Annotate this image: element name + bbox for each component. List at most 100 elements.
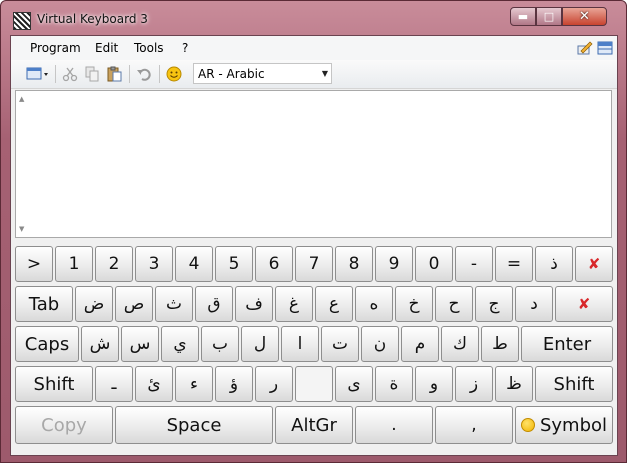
menu-tools[interactable]: Tools — [134, 41, 164, 55]
virtual-keyboard: > 1 2 3 4 5 6 7 8 9 0 - = ذ ✘ Tab ض ص ث … — [11, 242, 617, 455]
key-blank[interactable] — [295, 366, 333, 402]
window-layout-icon[interactable] — [597, 40, 613, 56]
title-bar[interactable]: Virtual Keyboard 3 ▬ □ ✕ — [1, 1, 626, 35]
scroll-up-icon[interactable]: ▲ — [19, 95, 24, 103]
paste-icon — [107, 66, 122, 82]
undo-button[interactable] — [135, 65, 153, 83]
shift-left-key[interactable]: Shift — [15, 366, 93, 402]
key-zain[interactable]: ز — [455, 366, 493, 402]
key-equals[interactable]: = — [495, 246, 533, 282]
maximize-button[interactable]: □ — [536, 7, 562, 26]
key-noon[interactable]: ن — [361, 326, 399, 362]
key-dal[interactable]: د — [515, 286, 553, 322]
symbol-key[interactable]: Symbol — [515, 406, 613, 444]
space-key[interactable]: Space — [115, 406, 273, 444]
key-0[interactable]: 0 — [415, 246, 453, 282]
key-reh[interactable]: ر — [255, 366, 293, 402]
key-1[interactable]: 1 — [55, 246, 93, 282]
key-theh[interactable]: ث — [155, 286, 193, 322]
caps-lock-key[interactable]: Caps — [15, 326, 79, 362]
maximize-icon: □ — [543, 10, 555, 23]
text-input-area[interactable]: ▲ ▼ — [15, 90, 612, 238]
key-4[interactable]: 4 — [175, 246, 213, 282]
cut-button[interactable] — [61, 65, 79, 83]
key-thal[interactable]: ذ — [535, 246, 573, 282]
key-5[interactable]: 5 — [215, 246, 253, 282]
menu-edit[interactable]: Edit — [95, 41, 118, 55]
key-seen[interactable]: س — [121, 326, 159, 362]
key-lam[interactable]: ل — [241, 326, 279, 362]
key-greater[interactable]: > — [15, 246, 53, 282]
menu-help[interactable]: ? — [182, 41, 188, 55]
minimize-button[interactable]: ▬ — [510, 7, 536, 26]
key-2[interactable]: 2 — [95, 246, 133, 282]
close-icon: ✕ — [579, 9, 590, 24]
key-hamza[interactable]: ء — [175, 366, 213, 402]
copy-icon — [85, 66, 99, 82]
view-dropdown-button[interactable] — [25, 65, 51, 83]
key-6[interactable]: 6 — [255, 246, 293, 282]
key-comma[interactable]: , — [435, 406, 513, 444]
key-7[interactable]: 7 — [295, 246, 333, 282]
key-hah[interactable]: ح — [435, 286, 473, 322]
key-tah[interactable]: ط — [481, 326, 519, 362]
language-select-value: AR - Arabic — [198, 67, 265, 81]
key-dot[interactable]: . — [355, 406, 433, 444]
key-alef-maksura[interactable]: ى — [335, 366, 373, 402]
key-sheen[interactable]: ش — [81, 326, 119, 362]
paste-button[interactable] — [105, 65, 123, 83]
scroll-down-icon[interactable]: ▼ — [19, 225, 24, 233]
edit-settings-icon[interactable] — [577, 40, 593, 56]
close-button[interactable]: ✕ — [562, 7, 607, 26]
app-keyboard-icon — [13, 12, 31, 30]
key-minus[interactable]: - — [455, 246, 493, 282]
key-waw[interactable]: و — [415, 366, 453, 402]
key-teh[interactable]: ت — [321, 326, 359, 362]
scissors-icon — [62, 67, 78, 82]
key-zah[interactable]: ظ — [495, 366, 533, 402]
tab-key[interactable]: Tab — [15, 286, 73, 322]
key-heh[interactable]: ه — [355, 286, 393, 322]
key-waw-hamza[interactable]: ؤ — [215, 366, 253, 402]
key-khah[interactable]: خ — [395, 286, 433, 322]
key-teh-marbuta[interactable]: ة — [375, 366, 413, 402]
key-ain[interactable]: ع — [315, 286, 353, 322]
delete-icon: ✘ — [577, 295, 591, 313]
key-3[interactable]: 3 — [135, 246, 173, 282]
emoticon-button[interactable] — [165, 65, 183, 83]
smiley-icon — [520, 418, 535, 432]
key-tatweel[interactable]: ـ — [95, 366, 133, 402]
key-9[interactable]: 9 — [375, 246, 413, 282]
key-ghain[interactable]: غ — [275, 286, 313, 322]
key-beh[interactable]: ب — [201, 326, 239, 362]
menu-bar: Program Edit Tools ? — [11, 36, 617, 60]
shift-right-key[interactable]: Shift — [535, 366, 613, 402]
key-yeh[interactable]: ي — [161, 326, 199, 362]
window-title: Virtual Keyboard 3 — [37, 12, 148, 26]
client-area: Program Edit Tools ? AR - Arabic ▼ ▲ ▼ >… — [10, 35, 618, 456]
enter-key[interactable]: Enter — [521, 326, 613, 362]
language-select[interactable]: AR - Arabic ▼ — [193, 63, 332, 84]
key-qaf[interactable]: ق — [195, 286, 233, 322]
copy-key[interactable]: Copy — [15, 406, 113, 444]
key-dad[interactable]: ض — [75, 286, 113, 322]
caption-buttons: ▬ □ ✕ — [510, 7, 607, 27]
keyboard-view-icon — [26, 67, 48, 80]
key-kaf[interactable]: ك — [441, 326, 479, 362]
menu-program[interactable]: Program — [30, 41, 81, 55]
key-8[interactable]: 8 — [335, 246, 373, 282]
key-meem[interactable]: م — [401, 326, 439, 362]
altgr-key[interactable]: AltGr — [275, 406, 353, 444]
copy-button[interactable] — [83, 65, 101, 83]
symbol-key-label: Symbol — [539, 414, 608, 436]
key-jeem[interactable]: ج — [475, 286, 513, 322]
toolbar-separator — [159, 65, 160, 83]
key-alef[interactable]: ا — [281, 326, 319, 362]
delete-key[interactable]: ✘ — [555, 286, 613, 322]
key-feh[interactable]: ف — [235, 286, 273, 322]
key-yeh-hamza[interactable]: ئ — [135, 366, 173, 402]
backspace-key[interactable]: ✘ — [575, 246, 613, 282]
key-sad[interactable]: ص — [115, 286, 153, 322]
smiley-icon — [166, 66, 182, 82]
menu-right-icons — [577, 40, 613, 56]
